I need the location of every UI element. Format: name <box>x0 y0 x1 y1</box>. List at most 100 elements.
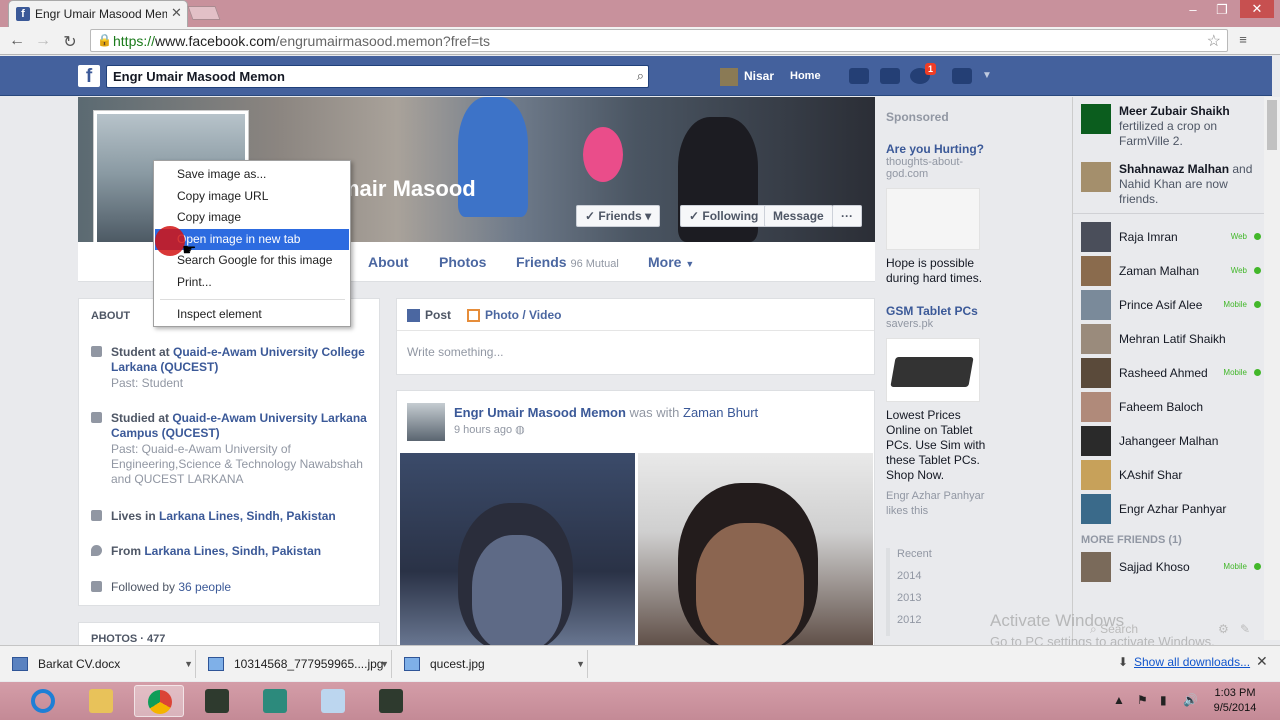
chat-buddy[interactable]: Raja Imran Web <box>1081 222 1261 252</box>
close-window-icon[interactable]: ✕ <box>1240 0 1274 18</box>
about-item-from: From Larkana Lines, Sindh, Pakistan <box>91 544 371 560</box>
restore-icon[interactable]: ❐ <box>1209 2 1235 18</box>
chat-buddy[interactable]: Sajjad Khoso Mobile <box>1081 552 1261 582</box>
chat-buddy[interactable]: Faheem Baloch <box>1081 392 1261 422</box>
chat-buddy[interactable]: Jahangeer Malhan <box>1081 426 1261 456</box>
timeline-year[interactable]: 2014 <box>897 570 1006 592</box>
friends-button[interactable]: ✓ Friends ▾ <box>576 205 661 227</box>
page-scrollbar[interactable] <box>1264 97 1280 640</box>
chat-buddy[interactable]: Prince Asif Alee Mobile <box>1081 290 1261 320</box>
menu-item-save-image[interactable]: Save image as... <box>155 164 349 185</box>
menu-item-copy-image-url[interactable]: Copy image URL <box>155 186 349 207</box>
ad-title[interactable]: GSM Tablet PCs <box>886 304 986 318</box>
message-button[interactable]: Message <box>764 205 833 227</box>
link[interactable]: Larkana Lines, Sindh, Pakistan <box>159 509 336 523</box>
app-icon[interactable] <box>192 685 242 717</box>
ticker-item[interactable]: Meer Zubair Shaikh fertilized a crop on … <box>1081 104 1269 149</box>
reload-icon[interactable]: ↻ <box>61 32 79 52</box>
ad-source: thoughts-about-god.com <box>886 156 964 180</box>
close-tab-icon[interactable]: ✕ <box>171 5 182 21</box>
file-explorer-icon[interactable] <box>76 685 126 717</box>
timeline-recent[interactable]: Recent <box>897 548 1006 570</box>
network-signal-icon[interactable]: ▮ <box>1160 693 1167 707</box>
link[interactable]: 36 people <box>178 580 231 594</box>
ad-social-context: Engr Azhar Panhyar likes this <box>886 490 985 517</box>
chat-settings-gear-icon[interactable]: ⚙ <box>1218 622 1229 636</box>
post-author-link[interactable]: Engr Umair Masood Memon <box>454 405 626 420</box>
app-icon[interactable] <box>366 685 416 717</box>
bookmark-star-icon[interactable]: ☆ <box>1207 31 1221 51</box>
app-icon[interactable] <box>250 685 300 717</box>
post-tab[interactable]: Post <box>407 308 451 323</box>
post-photo[interactable] <box>400 453 635 651</box>
chat-buddy[interactable]: Engr Azhar Panhyar <box>1081 494 1261 524</box>
chrome-icon[interactable] <box>134 685 184 717</box>
following-button[interactable]: ✓ Following <box>680 205 768 227</box>
ad-image[interactable] <box>886 338 980 402</box>
forward-arrow-icon[interactable]: → <box>34 32 52 50</box>
show-all-downloads-link[interactable]: Show all downloads... <box>1134 655 1250 669</box>
friend-requests-icon[interactable] <box>849 68 869 84</box>
chevron-down-icon[interactable]: ▼ <box>184 650 193 678</box>
search-icon[interactable]: ⌕ <box>637 68 644 84</box>
avatar[interactable] <box>407 403 445 441</box>
composer-input[interactable]: Write something... <box>407 345 503 359</box>
new-message-icon[interactable]: ✎ <box>1240 622 1250 636</box>
more-options-button[interactable]: ··· <box>832 205 862 227</box>
chevron-down-icon[interactable]: ▼ <box>576 650 585 678</box>
windows-taskbar <box>0 682 1280 720</box>
new-tab-button[interactable] <box>187 6 221 20</box>
avatar <box>1081 324 1111 354</box>
profile-link[interactable]: Nisar <box>720 68 774 86</box>
scrollbar-thumb[interactable] <box>1267 100 1277 150</box>
menu-item-inspect-element[interactable]: Inspect element <box>155 304 349 325</box>
tab-friends[interactable]: Friends 96 Mutual <box>516 254 619 270</box>
photos-heading[interactable]: PHOTOS · 477 <box>91 633 165 645</box>
image-file-icon <box>208 657 224 671</box>
ad-title[interactable]: Are you Hurting? <box>886 142 986 156</box>
post-time[interactable]: 9 hours ago ◍ <box>454 423 525 436</box>
browser-tab[interactable]: f Engr Umair Masood Mem ✕ <box>8 0 188 27</box>
close-shelf-icon[interactable]: ✕ <box>1256 653 1268 670</box>
volume-icon[interactable]: 🔊 <box>1183 693 1198 707</box>
ad-body: Hope is possible during hard times. <box>886 256 983 285</box>
avatar <box>1081 290 1111 320</box>
download-item[interactable]: 10314568_777959965....jpg ▼ <box>196 650 392 678</box>
facebook-logo-icon[interactable]: f <box>78 65 100 87</box>
taskbar-clock[interactable]: 1:03 PM 9/5/2014 <box>1205 686 1265 716</box>
photo-video-tab[interactable]: Photo / Video <box>467 308 561 323</box>
paint-icon[interactable] <box>308 685 358 717</box>
tagged-friend-link[interactable]: Zaman Bhurt <box>683 405 758 420</box>
chat-buddy[interactable]: Mehran Latif Shaikh <box>1081 324 1261 354</box>
internet-explorer-icon[interactable] <box>18 685 68 717</box>
tab-more[interactable]: More ▼ <box>648 254 694 270</box>
post-photo[interactable] <box>638 453 873 651</box>
sponsored-heading: Sponsored <box>886 110 949 124</box>
chrome-menu-icon[interactable]: ≡ <box>1234 32 1252 47</box>
minimize-icon[interactable]: – <box>1180 2 1206 17</box>
download-item[interactable]: Barkat CV.docx ▼ <box>0 650 196 678</box>
account-menu-icon[interactable]: ▼ <box>982 70 992 81</box>
lock-icon: 🔒 <box>97 33 112 47</box>
home-link[interactable]: Home <box>790 70 821 82</box>
facebook-search-input[interactable]: Engr Umair Masood Memon ⌕ <box>106 65 649 88</box>
download-item[interactable]: qucest.jpg ▼ <box>392 650 588 678</box>
ticker-item[interactable]: Shahnawaz Malhan and Nahid Khan are now … <box>1081 162 1269 207</box>
omnibox[interactable]: 🔒 https://www.facebook.com/engrumairmaso… <box>90 29 1228 52</box>
ad-image[interactable] <box>886 188 980 250</box>
menu-item-copy-image[interactable]: Copy image <box>155 207 349 228</box>
chat-buddy[interactable]: Rasheed Ahmed Mobile <box>1081 358 1261 388</box>
menu-item-print[interactable]: Print... <box>155 272 349 293</box>
privacy-shortcuts-icon[interactable] <box>952 68 972 84</box>
chat-buddy[interactable]: Zaman Malhan Web <box>1081 256 1261 286</box>
chat-buddy[interactable]: KAshif Shar <box>1081 460 1261 490</box>
tab-about[interactable]: About <box>368 254 408 270</box>
messages-icon[interactable] <box>880 68 900 84</box>
tray-arrow-icon[interactable]: ▲ <box>1113 693 1125 707</box>
chevron-down-icon[interactable]: ▼ <box>380 650 389 678</box>
url-text: https://www.facebook.com/engrumairmasood… <box>113 33 491 49</box>
action-center-flag-icon[interactable]: ⚑ <box>1137 693 1148 707</box>
tab-photos[interactable]: Photos <box>439 254 486 270</box>
back-arrow-icon[interactable]: ← <box>8 32 26 50</box>
link[interactable]: Larkana Lines, Sindh, Pakistan <box>144 544 321 558</box>
